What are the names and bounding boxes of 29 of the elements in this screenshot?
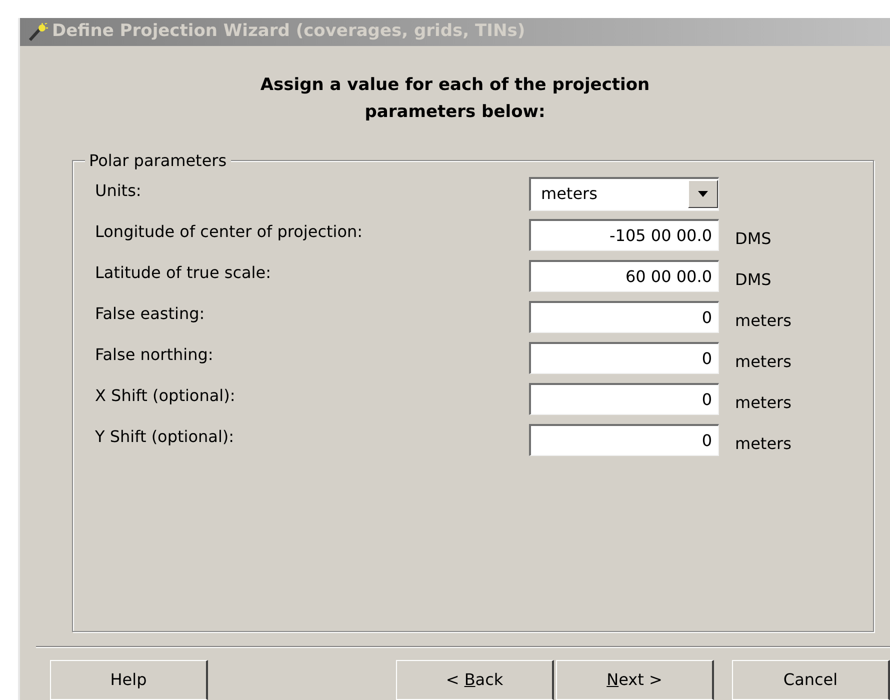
wizard-button[interactable]: Help xyxy=(50,660,208,700)
dropdown-value: meters xyxy=(540,183,598,206)
unit-label: meters xyxy=(735,310,792,332)
unit-label: DMS xyxy=(735,228,772,250)
value-field[interactable]: 0 xyxy=(529,382,719,415)
field-label: Latitude of true scale: xyxy=(95,262,272,284)
magic-wand-icon xyxy=(28,22,48,41)
value-field[interactable]: 60 00 00.0 xyxy=(529,260,719,292)
wizard-button[interactable]: Next > xyxy=(556,660,714,700)
unit-label: DMS xyxy=(735,268,772,291)
value-field[interactable]: -105 00 00.0 xyxy=(529,218,719,251)
field-label: False easting: xyxy=(95,302,206,325)
wizard-button[interactable]: < Back xyxy=(396,660,554,700)
value-field[interactable]: 0 xyxy=(529,300,719,333)
wizard-button[interactable]: Cancel xyxy=(732,660,890,700)
field-label: Longitude of center of projection: xyxy=(95,220,364,243)
field-label: False northing: xyxy=(95,344,214,366)
field-label: X Shift (optional): xyxy=(95,384,236,407)
dropdown-arrow-button[interactable] xyxy=(688,180,718,208)
unit-label: meters xyxy=(735,432,792,455)
field-label: Y Shift (optional): xyxy=(95,426,236,448)
units-dropdown[interactable]: meters xyxy=(529,176,719,211)
unit-label: meters xyxy=(735,392,792,414)
field-label: Units: xyxy=(95,180,142,202)
value-field[interactable]: 0 xyxy=(529,342,719,374)
unit-label: meters xyxy=(735,350,792,373)
value-field[interactable]: 0 xyxy=(529,424,719,456)
caret-down-icon xyxy=(698,191,708,198)
instruction-heading: Assign a value for each of the projection parameters below: xyxy=(259,74,651,124)
